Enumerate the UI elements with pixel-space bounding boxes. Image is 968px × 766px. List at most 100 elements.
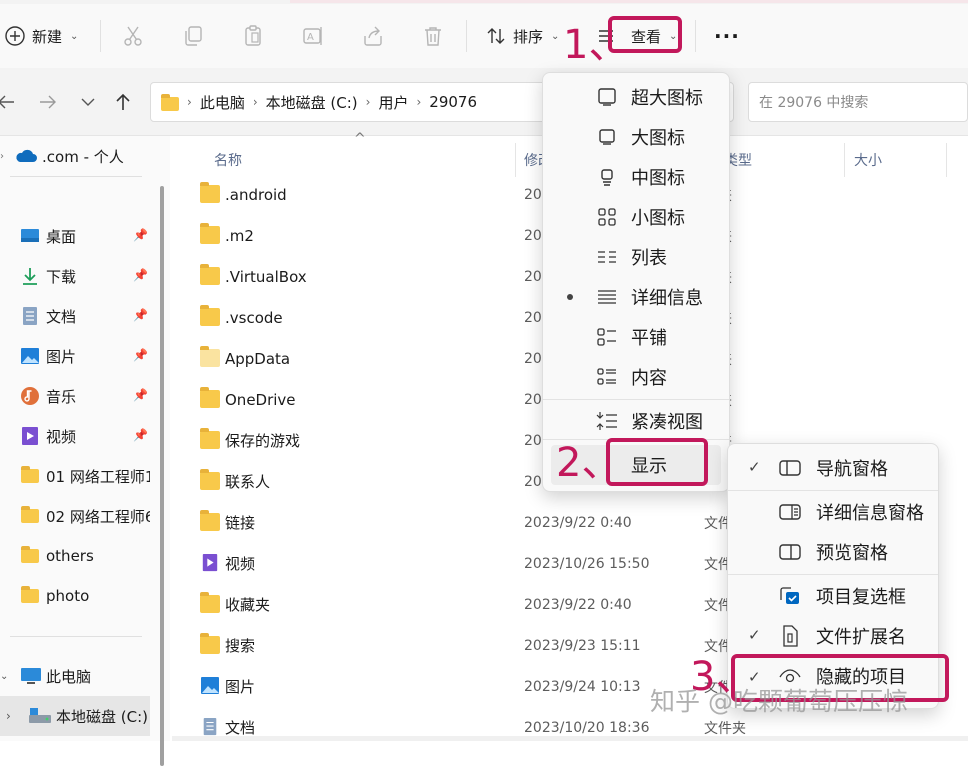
- address-row: › 此电脑 › 本地磁盘 (C:) › 用户 › 29076 在 29076 中…: [0, 68, 968, 136]
- menu-item-large-icons[interactable]: 大图标: [543, 117, 729, 157]
- folder-icon: [200, 387, 220, 408]
- compact-view-icon: [596, 410, 618, 432]
- menu-item-navigation-pane[interactable]: 导航窗格: [728, 448, 938, 488]
- more-options-button[interactable]: ···: [714, 20, 740, 52]
- folder-icon: [200, 510, 220, 531]
- chevron-right-icon: ›: [252, 95, 258, 109]
- menu-item-medium-icons[interactable]: 中图标: [543, 157, 729, 197]
- chevron-down-icon: ⌄: [551, 30, 560, 42]
- sidebar-item-onedrive[interactable]: › .com - 个人: [0, 136, 150, 176]
- sidebar-item-this-pc[interactable]: ⌄ 此电脑: [0, 656, 150, 696]
- pin-icon[interactable]: 📌: [133, 308, 148, 322]
- sidebar-item-videos[interactable]: 视频: [0, 416, 150, 456]
- folder-icon-wrap: [20, 506, 40, 526]
- toolbar-divider: [100, 20, 101, 52]
- pin-icon[interactable]: 📌: [133, 268, 148, 282]
- drive-icon: [29, 708, 51, 723]
- forward-arrow-icon[interactable]: [36, 90, 60, 114]
- sidebar-item-label: 本地磁盘 (C:): [56, 707, 148, 726]
- new-button[interactable]: 新建 ⌄: [4, 20, 78, 52]
- column-header-size[interactable]: 大小: [854, 143, 882, 177]
- toolbar-divider: [466, 20, 467, 52]
- up-arrow-icon[interactable]: [111, 90, 135, 114]
- share-icon[interactable]: [361, 24, 385, 48]
- file-name: 视频: [225, 555, 256, 573]
- sidebar-item-folder[interactable]: 01 网络工程师1: [0, 456, 150, 496]
- paste-icon[interactable]: [241, 24, 265, 48]
- file-date: 2023/9/24 10:13: [524, 678, 641, 695]
- column-header-name[interactable]: 名称: [214, 143, 242, 177]
- folder-icon: [161, 93, 179, 111]
- pin-icon[interactable]: 📌: [133, 428, 148, 442]
- sidebar-item-label: .com - 个人: [42, 147, 124, 166]
- menu-item-small-icons[interactable]: 小图标: [543, 197, 729, 237]
- pin-icon[interactable]: 📌: [133, 348, 148, 362]
- menu-item-content[interactable]: 内容: [543, 357, 729, 397]
- search-input[interactable]: 在 29076 中搜索: [748, 82, 968, 122]
- menu-item-label: 导航窗格: [816, 459, 888, 480]
- step-1-label: 1、: [563, 22, 629, 68]
- picture-icon: [20, 346, 40, 366]
- file-date: 2023/9/22 0:40: [524, 596, 632, 613]
- folder-icon: [200, 223, 220, 244]
- video-icon: [20, 426, 40, 446]
- horizontal-scrollbar[interactable]: [172, 736, 968, 741]
- sidebar-item-local-disk[interactable]: › 本地磁盘 (C:): [0, 696, 150, 736]
- menu-item-list[interactable]: 列表: [543, 237, 729, 277]
- document-icon: [203, 718, 217, 736]
- folder-icon-wrap: [20, 546, 40, 566]
- content-view-icon: [596, 366, 618, 388]
- menu-item-item-checkboxes[interactable]: 项目复选框: [728, 576, 938, 616]
- menu-item-preview-pane[interactable]: 预览窗格: [728, 532, 938, 572]
- details-view-icon: [596, 286, 618, 308]
- menu-item-extra-large-icons[interactable]: 超大图标: [543, 77, 729, 117]
- sidebar-item-pictures[interactable]: 图片: [0, 336, 150, 376]
- pin-icon[interactable]: 📌: [133, 388, 148, 402]
- pin-icon[interactable]: 📌: [133, 228, 148, 242]
- sidebar-divider: [10, 636, 142, 637]
- breadcrumb-item[interactable]: 29076: [429, 93, 477, 111]
- sidebar-item-music[interactable]: 音乐: [0, 376, 150, 416]
- folder-icon: [200, 346, 220, 367]
- menu-item-label: 超大图标: [631, 88, 703, 109]
- sidebar-item-folder[interactable]: 02 网络工程师6: [0, 496, 150, 536]
- breadcrumb-item[interactable]: 用户: [378, 92, 408, 113]
- sidebar-item-downloads[interactable]: 下载: [0, 256, 150, 296]
- file-name: 文档: [225, 719, 256, 737]
- folder-icon: [21, 506, 39, 523]
- delete-icon[interactable]: [421, 24, 445, 48]
- svg-text:A: A: [307, 32, 314, 43]
- file-name: 收藏夹: [225, 596, 271, 614]
- menu-item-file-extensions[interactable]: 文件扩展名: [728, 616, 938, 656]
- recent-locations-chevron-icon[interactable]: [76, 90, 100, 114]
- watermark: 知乎 @吃颗葡萄压压惊: [650, 687, 908, 716]
- sidebar-scrollbar[interactable]: [160, 186, 164, 766]
- folder-icon: [21, 586, 39, 603]
- copy-icon[interactable]: [181, 24, 205, 48]
- file-extension-icon: [779, 625, 801, 647]
- cloud-icon: [16, 149, 37, 162]
- new-label: 新建: [32, 27, 63, 46]
- menu-item-details-pane[interactable]: 详细信息窗格: [728, 492, 938, 532]
- sort-button[interactable]: 排序 ⌄: [485, 20, 559, 52]
- file-date: 2023/10/20 18:36: [524, 719, 650, 736]
- sort-icon: [487, 28, 505, 44]
- back-arrow-icon[interactable]: [0, 90, 18, 114]
- small-icons-icon: [596, 206, 618, 228]
- menu-item-tiles[interactable]: 平铺: [543, 317, 729, 357]
- sidebar-item-folder[interactable]: photo: [0, 576, 150, 616]
- sidebar-item-documents[interactable]: 文档: [0, 296, 150, 336]
- cut-icon[interactable]: [121, 24, 145, 48]
- sidebar-item-folder[interactable]: others: [0, 536, 150, 576]
- chevron-right-icon: ›: [365, 95, 371, 109]
- chevron-down-icon: ⌄: [70, 30, 79, 42]
- breadcrumb-item[interactable]: 本地磁盘 (C:): [266, 92, 358, 113]
- sidebar-item-desktop[interactable]: 桌面: [0, 216, 150, 256]
- computer-icon: [21, 668, 41, 684]
- file-date: 20: [524, 227, 542, 244]
- breadcrumb-item[interactable]: 此电脑: [200, 92, 245, 113]
- menu-item-label: 预览窗格: [816, 543, 888, 564]
- sidebar-item-label: 音乐: [46, 387, 77, 406]
- rename-icon[interactable]: A: [301, 24, 325, 48]
- menu-item-details[interactable]: 详细信息: [543, 277, 729, 317]
